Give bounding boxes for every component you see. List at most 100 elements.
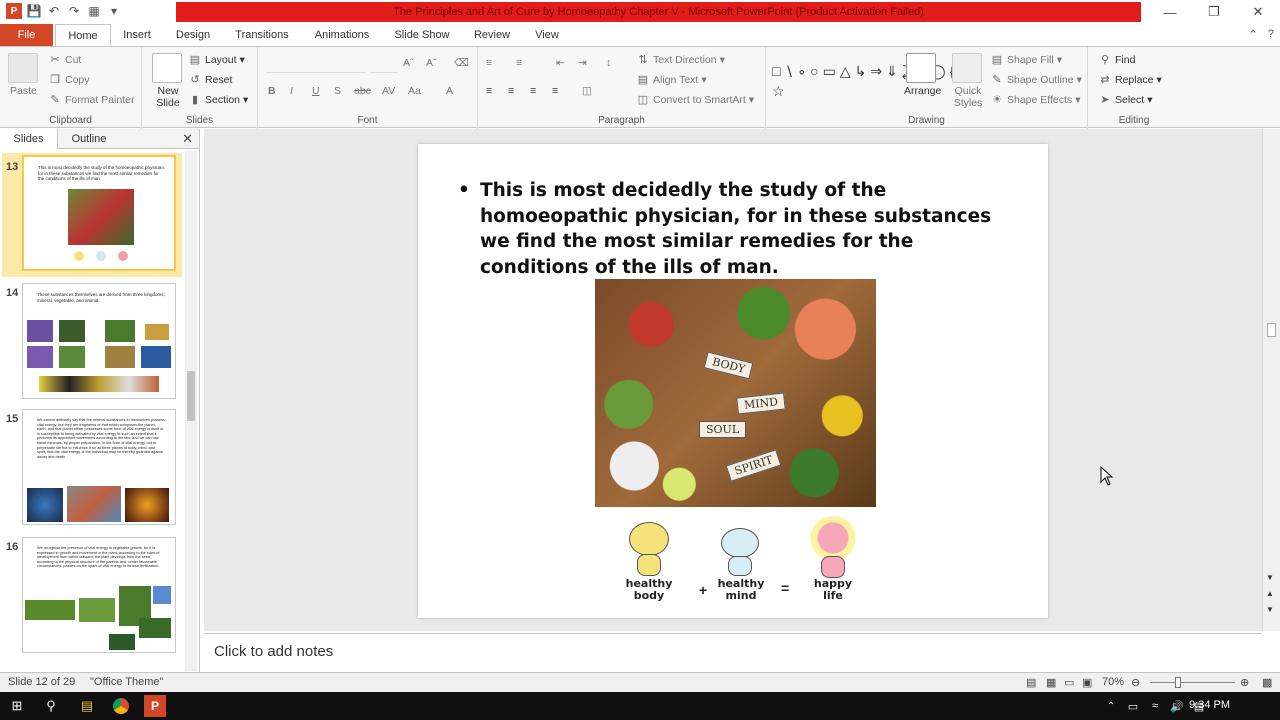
prev-slide-icon[interactable]: ▲ (1266, 589, 1274, 598)
increase-indent-icon[interactable]: ⇥ (578, 57, 587, 69)
tab-slides[interactable]: Slides (0, 129, 58, 149)
slide-canvas[interactable]: • This is most decidedly the study of th… (418, 144, 1048, 618)
minimize-icon[interactable]: — (1148, 0, 1192, 24)
tab-design[interactable]: Design (170, 24, 216, 46)
format-painter-button[interactable]: ✎ Format Painter (48, 93, 134, 107)
quick-styles-button[interactable]: Quick Styles (948, 85, 988, 109)
zoom-out-icon[interactable]: ⊖ (1131, 676, 1140, 689)
powerpoint-taskbar-icon[interactable]: P (144, 695, 166, 717)
convert-smartart-button[interactable]: ◫ Convert to SmartArt ▾ (636, 93, 754, 107)
strikethrough-icon[interactable]: abc (354, 85, 371, 97)
normal-view-icon[interactable]: ▤ (1026, 676, 1036, 689)
tray-chevron-icon[interactable]: ⌃ (1100, 695, 1122, 717)
text-direction-button[interactable]: ⇅ Text Direction ▾ (636, 53, 725, 67)
section-button[interactable]: ▮ Section ▾ (188, 93, 248, 107)
save-icon[interactable]: 💾 (26, 3, 42, 19)
slide-thumbnail-15[interactable]: We cannot definitely say that the minera… (22, 409, 176, 525)
tab-review[interactable]: Review (468, 24, 516, 46)
slide-thumbnail-13[interactable]: This is most decidedly the study of the … (22, 155, 176, 271)
close-icon[interactable]: ✕ (1236, 0, 1280, 24)
clear-formatting-icon[interactable]: ⌫ (454, 57, 469, 69)
shape-outline-button[interactable]: ✎ Shape Outline ▾ (990, 73, 1081, 87)
layout-button[interactable]: ▤ Layout ▾ (188, 53, 245, 67)
tab-file[interactable]: File (0, 24, 53, 46)
slide-thumbnail-14[interactable]: These substances themselves are derived … (22, 283, 176, 399)
cut-button[interactable]: ✂ Cut (48, 53, 81, 67)
new-slide-button[interactable]: New Slide (150, 85, 186, 109)
char-spacing-icon[interactable]: AV (382, 85, 395, 97)
bullets-icon[interactable]: ≡ (486, 57, 492, 69)
tab-animations[interactable]: Animations (307, 24, 377, 46)
wellness-figures-image[interactable]: healthy body + healthy mind = happy life (613, 516, 863, 616)
shadow-icon[interactable]: S (334, 85, 341, 97)
align-center-icon[interactable]: ≡ (508, 85, 514, 97)
align-text-button[interactable]: ▤ Align Text ▾ (636, 73, 707, 87)
columns-icon[interactable]: ◫ (582, 85, 592, 97)
arrange-icon[interactable] (906, 53, 936, 83)
tab-insert[interactable]: Insert (116, 24, 158, 46)
align-right-icon[interactable]: ≡ (530, 85, 536, 97)
tab-transitions[interactable]: Transitions (228, 24, 296, 46)
scrollbar-thumb[interactable] (187, 371, 195, 421)
battery-icon[interactable]: ▭ (1122, 695, 1144, 717)
new-slide-icon[interactable] (152, 53, 182, 83)
clock[interactable]: 9:34 PM (1189, 699, 1230, 711)
bold-icon[interactable]: B (268, 85, 276, 97)
zoom-level[interactable]: 70% (1102, 676, 1124, 688)
line-spacing-icon[interactable]: ↕ (606, 57, 611, 69)
redo-icon[interactable]: ↷ (66, 3, 82, 19)
slide-thumbnail-16[interactable]: We recognise the presence of vital energ… (22, 537, 176, 653)
quick-styles-icon[interactable] (952, 53, 982, 83)
help-icon[interactable]: ? (1268, 28, 1274, 41)
copy-button[interactable]: ❐ Copy (48, 73, 89, 87)
tab-home[interactable]: Home (55, 24, 111, 46)
search-icon[interactable]: ⚲ (40, 695, 62, 717)
windows-start-icon[interactable]: ⊞ (6, 695, 28, 717)
slideshow-view-icon[interactable]: ▣ (1082, 676, 1092, 689)
shrink-font-icon[interactable]: Aˇ (426, 57, 437, 69)
scrollbar-thumb[interactable] (1267, 323, 1276, 337)
volume-icon[interactable]: 🔊 (1166, 695, 1188, 717)
close-panel-icon[interactable]: ✕ (182, 131, 193, 147)
tab-slide-show[interactable]: Slide Show (388, 24, 456, 46)
italic-icon[interactable]: I (290, 85, 293, 97)
shape-effects-button[interactable]: ☀ Shape Effects ▾ (990, 93, 1080, 107)
replace-button[interactable]: ⇄ Replace ▾ (1098, 73, 1161, 87)
editor-scrollbar[interactable]: ▼ ▲ ▼ (1262, 129, 1280, 631)
minimize-ribbon-icon[interactable]: ⌃ (1249, 28, 1258, 41)
restore-icon[interactable]: ❐ (1192, 0, 1236, 24)
decrease-indent-icon[interactable]: ⇤ (556, 57, 565, 69)
arrange-button[interactable]: Arrange (904, 85, 941, 97)
font-size-select[interactable] (370, 57, 398, 73)
chrome-icon[interactable] (110, 695, 132, 717)
zoom-in-icon[interactable]: ⊕ (1240, 676, 1249, 689)
font-name-select[interactable] (266, 57, 366, 73)
fit-slide-icon[interactable]: ▩ (1262, 676, 1272, 689)
start-slideshow-icon[interactable]: ▦ (86, 3, 102, 19)
paste-button[interactable]: Paste (10, 85, 37, 97)
scroll-down-icon[interactable]: ▼ (1266, 573, 1274, 582)
align-left-icon[interactable]: ≡ (486, 85, 492, 97)
select-button[interactable]: ➤ Select ▾ (1098, 93, 1152, 107)
paste-icon[interactable] (8, 53, 38, 83)
thumbnails-scrollbar[interactable] (185, 151, 197, 671)
shape-fill-button[interactable]: ▤ Shape Fill ▾ (990, 53, 1062, 67)
font-color-icon[interactable]: A (446, 85, 453, 97)
underline-icon[interactable]: U (312, 85, 320, 97)
next-slide-icon[interactable]: ▼ (1266, 605, 1274, 614)
food-image[interactable]: BODY MIND SOUL SPIRIT (595, 279, 876, 507)
undo-icon[interactable]: ↶ (46, 3, 62, 19)
zoom-slider-knob[interactable] (1175, 677, 1181, 688)
change-case-icon[interactable]: Aa (408, 85, 421, 97)
bullet-text[interactable]: • This is most decidedly the study of th… (458, 178, 1018, 280)
tab-view[interactable]: View (527, 24, 567, 46)
find-button[interactable]: ⚲ Find (1098, 53, 1135, 67)
grow-font-icon[interactable]: Aˆ (403, 57, 414, 69)
shapes-gallery[interactable]: □∖∘○▭△↳⇒⇓⤸↝◯{}☆ (772, 51, 963, 111)
slide-sorter-icon[interactable]: ▦ (1046, 676, 1056, 689)
wifi-icon[interactable]: ≈ (1144, 695, 1166, 717)
numbering-icon[interactable]: ≡ (516, 57, 522, 69)
customize-qat-icon[interactable]: ▾ (106, 3, 122, 19)
file-explorer-icon[interactable]: ▤ (76, 695, 98, 717)
reset-button[interactable]: ↺ Reset (188, 73, 232, 87)
